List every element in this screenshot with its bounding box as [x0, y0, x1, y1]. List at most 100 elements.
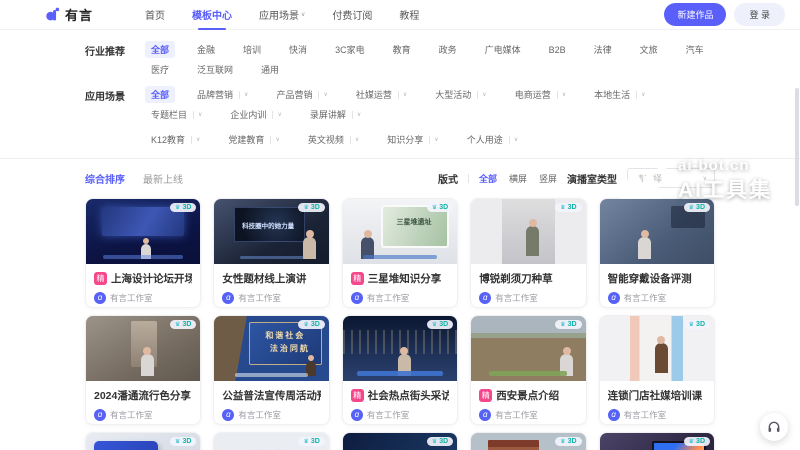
filter-option[interactable]: 本地生活 ∨ [588, 86, 651, 103]
filter-option-label: 品牌营销 [197, 88, 233, 101]
chevron-down-icon[interactable]: ∨ [323, 91, 327, 98]
filter-option-label: 金融 [197, 43, 215, 56]
template-card[interactable]: ♛ 3D ɑ 有言工作室 [599, 432, 715, 450]
filter-option[interactable]: K12教育 ∨ [145, 131, 206, 148]
chevron-down-icon[interactable]: ∨ [355, 136, 359, 143]
chevron-down-icon[interactable]: ∨ [562, 91, 566, 98]
author-name: 有言工作室 [238, 292, 281, 304]
filter-option[interactable]: 文旅 [634, 41, 664, 58]
filter-option[interactable]: 企业内训 ∨ [224, 106, 287, 123]
nav-item[interactable]: 付费订阅 [332, 7, 372, 22]
template-card[interactable]: ♛ 3D ɑ 有言工作室 [470, 432, 586, 450]
create-work-button[interactable]: 新建作品 [664, 3, 726, 26]
filter-option[interactable]: 录屏讲解 ∨ [304, 106, 367, 123]
filter-option[interactable]: 政务 [433, 41, 463, 58]
filter-option[interactable]: 专题栏目 ∨ [145, 106, 208, 123]
chevron-down-icon[interactable]: ∨ [482, 91, 486, 98]
filter-option[interactable]: 金融 [191, 41, 221, 58]
filter-option[interactable]: 泛互联网 [191, 61, 239, 78]
badge-3d: ♛ 3D [170, 203, 196, 212]
crown-icon: ♛ [560, 204, 565, 211]
filter-option[interactable]: 大型活动 ∨ [429, 86, 492, 103]
template-card[interactable]: ♛ 3D 精 社会热点街头采访连线 ɑ 有言工作室 [342, 315, 458, 425]
filter-option[interactable]: 医疗 [145, 61, 175, 78]
badge-3d-label: 3D [696, 204, 705, 211]
chevron-down-icon[interactable]: ∨ [244, 91, 248, 98]
filter-option-label: B2B [549, 45, 566, 55]
filter-option[interactable]: 法律 [588, 41, 618, 58]
filter-option[interactable]: 党建教育 ∨ [222, 131, 285, 148]
chevron-down-icon[interactable]: ∨ [198, 111, 202, 118]
filter-option[interactable]: 全部 [145, 86, 175, 103]
filter-option[interactable]: 全部 [145, 41, 175, 58]
template-card[interactable]: ♛ 3D 2024潘通流行色分享 ɑ 有言工作室 [85, 315, 201, 425]
filter-option[interactable]: 教育 [387, 41, 417, 58]
template-thumbnail: 基础矫正 ♛ 3D [343, 433, 457, 450]
chevron-down-icon[interactable]: ∨ [641, 91, 645, 98]
filter-option[interactable]: 品牌营销 ∨ [191, 86, 254, 103]
layout-option[interactable]: 竖屏 [539, 172, 557, 185]
nav-item[interactable]: 模板中心 [192, 7, 232, 22]
logo[interactable]: 有言 [45, 5, 93, 24]
chevron-down-icon[interactable]: ∨ [357, 111, 361, 118]
template-card[interactable]: 冰岛 ICELAND ♛ 3D ɑ 有言工作室 [213, 432, 329, 450]
chevron-down-icon[interactable]: ∨ [403, 91, 407, 98]
template-card[interactable]: 三星堆遗址 ♛ 3D 精 三星堆知识分享 ɑ 有言工作室 [342, 198, 458, 308]
filter-option[interactable]: 3C家电 [329, 41, 371, 58]
filter-option[interactable]: 汽车 [680, 41, 710, 58]
nav-item[interactable]: 应用场景 ∨ [259, 7, 305, 22]
filter-option[interactable]: B2B [543, 43, 572, 57]
customer-service-button[interactable] [760, 413, 788, 441]
chevron-down-icon[interactable]: ∨ [196, 136, 200, 143]
option-divider [636, 91, 637, 99]
template-card[interactable]: ♛ 3D 精 上海设计论坛开场主持 ɑ 有言工作室 [85, 198, 201, 308]
card-title: 博锐剃须刀种草 [479, 271, 553, 286]
avatar: ɑ [222, 292, 234, 304]
template-card[interactable]: 和谐社会 法治同航 ♛ 3D 公益普法宣传周活动预告 ɑ 有言工作室 [213, 315, 329, 425]
nav-item[interactable]: 首页 [145, 7, 165, 22]
badge-3d-label: 3D [311, 204, 320, 211]
filter-option[interactable]: 产品营销 ∨ [270, 86, 333, 103]
filter-option[interactable]: 广电媒体 [479, 41, 527, 58]
template-card[interactable]: ♛ 3D 连锁门店社媒培训课 ɑ 有言工作室 [599, 315, 715, 425]
filter-option[interactable]: 英文视频 ∨ [302, 131, 365, 148]
template-card[interactable]: 基础矫正 ♛ 3D ɑ 有言工作室 [342, 432, 458, 450]
layout-option[interactable]: 全部 [479, 172, 497, 185]
filter-option[interactable]: 通用 [255, 61, 285, 78]
template-card[interactable]: 科技圈中的她力量 ♛ 3D 女性题材线上演讲 ɑ 有言工作室 [213, 198, 329, 308]
login-button[interactable]: 登 录 [734, 3, 785, 26]
filter-option[interactable]: 知识分享 ∨ [381, 131, 444, 148]
crown-icon: ♛ [175, 438, 180, 445]
badge-3d-label: 3D [182, 321, 191, 328]
author-name: 有言工作室 [110, 409, 153, 421]
template-card[interactable]: ♛ 3D 精 西安景点介绍 ɑ 有言工作室 [470, 315, 586, 425]
sort-option[interactable]: 综合排序 [85, 171, 125, 186]
template-thumbnail: ♛ 3D [471, 433, 585, 450]
sort-option[interactable]: 最新上线 [143, 171, 183, 186]
filter-option[interactable]: 电商运营 ∨ [509, 86, 572, 103]
filter-option-label: 汽车 [686, 43, 704, 56]
filter-option[interactable]: 快消 [283, 41, 313, 58]
nav-item-label: 模板中心 [192, 7, 232, 22]
template-card[interactable]: 魔法项目管理学院 招生通知 ♛ 3D ɑ 有言工作室 [85, 432, 201, 450]
watermark-line2: AI工具集 [678, 174, 772, 204]
filter-option[interactable]: 个人用途 ∨ [461, 131, 524, 148]
filter-option-label: 大型活动 [435, 88, 471, 101]
nav-item[interactable]: 教程 [399, 7, 419, 22]
chevron-down-icon[interactable]: ∨ [514, 136, 518, 143]
filter-option[interactable]: 社媒运营 ∨ [350, 86, 413, 103]
card-title-row: 博锐剃须刀种草 [479, 271, 577, 286]
template-card[interactable]: ♛ 3D 博锐剃须刀种草 ɑ 有言工作室 [470, 198, 586, 308]
chevron-down-icon[interactable]: ∨ [275, 136, 279, 143]
chevron-down-icon[interactable]: ∨ [434, 136, 438, 143]
card-title: 公益普法宣传周活动预告 [222, 388, 320, 403]
chevron-down-icon[interactable]: ∨ [277, 111, 281, 118]
badge-3d: ♛ 3D [684, 320, 710, 329]
layout-option[interactable]: 横屏 [509, 172, 527, 185]
template-card[interactable]: ♛ 3D 智能穿戴设备评测 ɑ 有言工作室 [599, 198, 715, 308]
scrollbar-thumb[interactable] [795, 88, 799, 206]
filter-option-label: 录屏讲解 [310, 108, 346, 121]
studio-type-label: 演播室类型 [567, 171, 617, 186]
header-actions: 新建作品 登 录 [664, 3, 785, 26]
filter-option[interactable]: 培训 [237, 41, 267, 58]
